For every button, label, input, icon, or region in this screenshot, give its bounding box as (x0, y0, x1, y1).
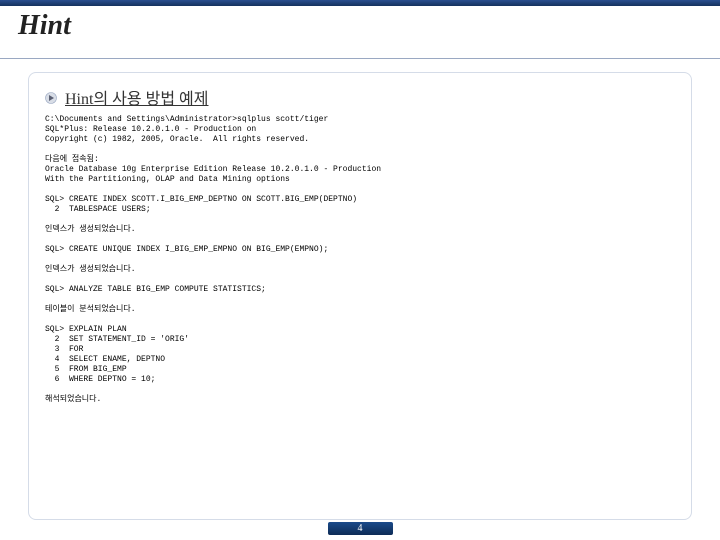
page-title: Hint (18, 10, 71, 42)
bullet-icon (45, 91, 57, 103)
page-number: 4 (328, 522, 393, 535)
title-divider (0, 58, 720, 59)
subtitle-row: Hint의 사용 방법 예제 (45, 85, 675, 109)
footer: 4 (0, 518, 720, 536)
content-panel: Hint의 사용 방법 예제 C:\Documents and Settings… (28, 72, 692, 520)
top-accent-bar (0, 0, 720, 6)
code-block: C:\Documents and Settings\Administrator>… (45, 115, 675, 405)
subtitle-text: Hint의 사용 방법 예제 (65, 85, 209, 109)
